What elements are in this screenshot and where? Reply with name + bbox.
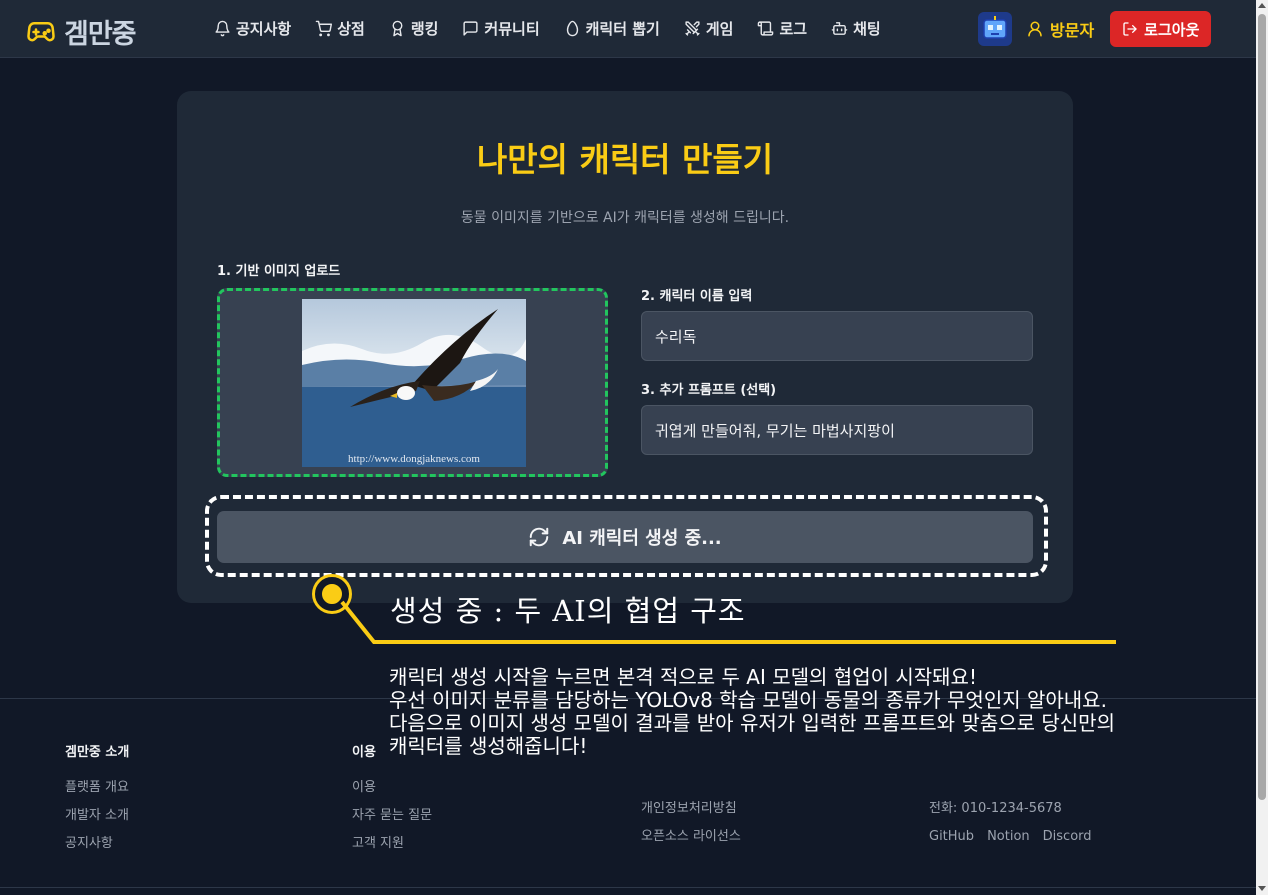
robot-avatar-icon [983, 16, 1007, 39]
avatar[interactable] [978, 12, 1012, 46]
swords-icon [685, 21, 700, 36]
menu-item-label: 커뮤니티 [484, 20, 540, 38]
menu-item-ranking[interactable]: 랭킹 [389, 18, 439, 39]
footer-social-links: GitHub Notion Discord [929, 823, 1092, 851]
annotation-title: 생성 중 : 두 AI의 협업 구조 [390, 594, 746, 628]
user-icon [1028, 21, 1042, 37]
logout-label: 로그아웃 [1144, 20, 1200, 39]
uploaded-eagle-image: http://www.dongjaknews.com [302, 299, 526, 467]
github-link[interactable]: GitHub [929, 823, 974, 851]
footer-link[interactable]: 자주 묻는 질문 [352, 802, 432, 830]
user-name[interactable]: 방문자 [1026, 17, 1094, 41]
menu-item-chat[interactable]: 채팅 [831, 18, 881, 39]
scroll-icon [758, 21, 774, 36]
footer-link[interactable]: 플랫폼 개요 [65, 774, 129, 802]
page-subtitle: 동물 이미지를 기반으로 AI가 캐릭터를 생성해 드립니다. [460, 210, 790, 226]
logout-icon [1123, 22, 1137, 36]
footer-heading: 겜만중 소개 [65, 745, 130, 760]
medal-icon [392, 20, 403, 37]
name-label: 2. 캐릭터 이름 입력 [641, 289, 753, 304]
footer-link[interactable]: 개발자 소개 [65, 802, 129, 830]
menu-item-label: 로그 [779, 20, 808, 38]
menu-item-game[interactable]: 게임 [684, 18, 734, 39]
top-navbar: 겜만중 공지사항 상점 랭킹 커뮤니티 캐릭터 뽑기 게임 로그 채팅 방문자 … [0, 0, 1256, 58]
cart-icon [315, 20, 333, 37]
chat-icon [463, 21, 479, 36]
page-title: 나만의 캐릭터 만들기 [476, 140, 774, 179]
menu-item-log[interactable]: 로그 [757, 18, 807, 39]
image-watermark: http://www.dongjaknews.com [348, 453, 480, 465]
scrollbar-thumb[interactable] [1258, 14, 1266, 800]
gamepad-icon [27, 21, 55, 41]
menu-item-label: 채팅 [853, 20, 881, 38]
logo-text: 겜만중 [64, 19, 137, 50]
bot-icon [831, 22, 848, 35]
footer-col-usage: 이용 이용 자주 묻는 질문 고객 지원 [352, 741, 432, 858]
footer-link[interactable]: 공지사항 [65, 830, 129, 858]
menu-item-label: 캐릭터 뽑기 [585, 20, 660, 38]
footer-link[interactable]: 이용 [352, 774, 432, 802]
page-scrollbar[interactable] [1256, 0, 1268, 895]
scroll-down-icon[interactable] [1258, 886, 1266, 891]
menu-item-gacha[interactable]: 캐릭터 뽑기 [564, 18, 660, 39]
menu-item-label: 랭킹 [410, 20, 439, 38]
menu-item-shop[interactable]: 상점 [315, 18, 365, 39]
nav-user-area: 방문자 로그아웃 [978, 11, 1212, 47]
bell-icon [215, 20, 230, 37]
logout-button[interactable]: 로그아웃 [1110, 11, 1212, 47]
footer-phone: 전화: 010-1234-5678 [929, 801, 1062, 816]
menu-item-notice[interactable]: 공지사항 [214, 18, 291, 39]
egg-icon [566, 20, 578, 37]
footer-col-contact: 전화: 010-1234-5678 GitHub Notion Discord [929, 795, 1092, 851]
scroll-up-icon[interactable] [1258, 3, 1266, 8]
user-name-label: 방문자 [1050, 21, 1095, 40]
footer-bottom-divider [0, 887, 1256, 888]
image-upload-dropzone[interactable]: http://www.dongjaknews.com [217, 288, 608, 477]
upload-label: 1. 기반 이미지 업로드 [217, 264, 341, 279]
main-menu: 공지사항 상점 랭킹 커뮤니티 캐릭터 뽑기 게임 로그 채팅 [214, 18, 881, 39]
character-name-input[interactable]: 수리독 [641, 311, 1033, 361]
discord-link[interactable]: Discord [1043, 823, 1092, 851]
footer-col-about: 겜만중 소개 플랫폼 개요 개발자 소개 공지사항 [65, 741, 129, 858]
annotation-body: 캐릭터 생성 시작을 누르면 본격 적으로 두 AI 모델의 협업이 시작돼요!… [389, 665, 1115, 758]
logo[interactable]: 겜만중 [26, 12, 137, 51]
footer-link[interactable]: 개인정보처리방침 [641, 795, 741, 823]
footer-link[interactable]: 고객 지원 [352, 830, 432, 858]
menu-item-community[interactable]: 커뮤니티 [462, 18, 540, 39]
footer-link[interactable]: 오픈소스 라이선스 [641, 823, 741, 851]
menu-item-label: 게임 [705, 20, 734, 38]
notion-link[interactable]: Notion [987, 823, 1030, 851]
menu-item-label: 공지사항 [236, 20, 292, 38]
menu-item-label: 상점 [337, 20, 365, 38]
prompt-label: 3. 추가 프롬프트 (선택) [641, 383, 777, 398]
highlight-box [205, 495, 1048, 577]
prompt-input[interactable]: 귀엽게 만들어줘, 무기는 마법사지팡이 [641, 405, 1033, 455]
footer-col-policy: 개인정보처리방침 오픈소스 라이선스 [641, 795, 741, 851]
